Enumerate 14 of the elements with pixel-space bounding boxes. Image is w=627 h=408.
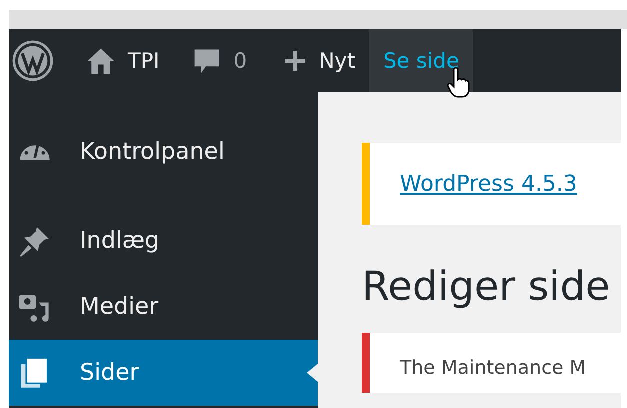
admin-bar-item[interactable]: 0 — [178, 29, 266, 92]
menu-item[interactable]: Kontrolpanel — [9, 119, 318, 185]
plus-icon — [283, 48, 308, 72]
menu-item[interactable]: Sider — [9, 340, 318, 406]
menu-item[interactable]: Medier — [9, 274, 318, 340]
wordpress-logo-icon — [12, 40, 54, 82]
update-link[interactable]: WordPress 4.5.3 — [400, 172, 578, 196]
admin-bar-item[interactable]: Se side — [369, 29, 474, 92]
hand-cursor-icon — [447, 67, 471, 99]
notice-text: The Maintenance M — [400, 357, 586, 379]
page-heading: Rediger side — [362, 263, 612, 311]
admin-bar-item[interactable]: Nyt — [265, 29, 370, 92]
admin-bar-item[interactable]: TPI — [62, 29, 178, 92]
menu-item[interactable]: Indlæg — [9, 208, 318, 274]
